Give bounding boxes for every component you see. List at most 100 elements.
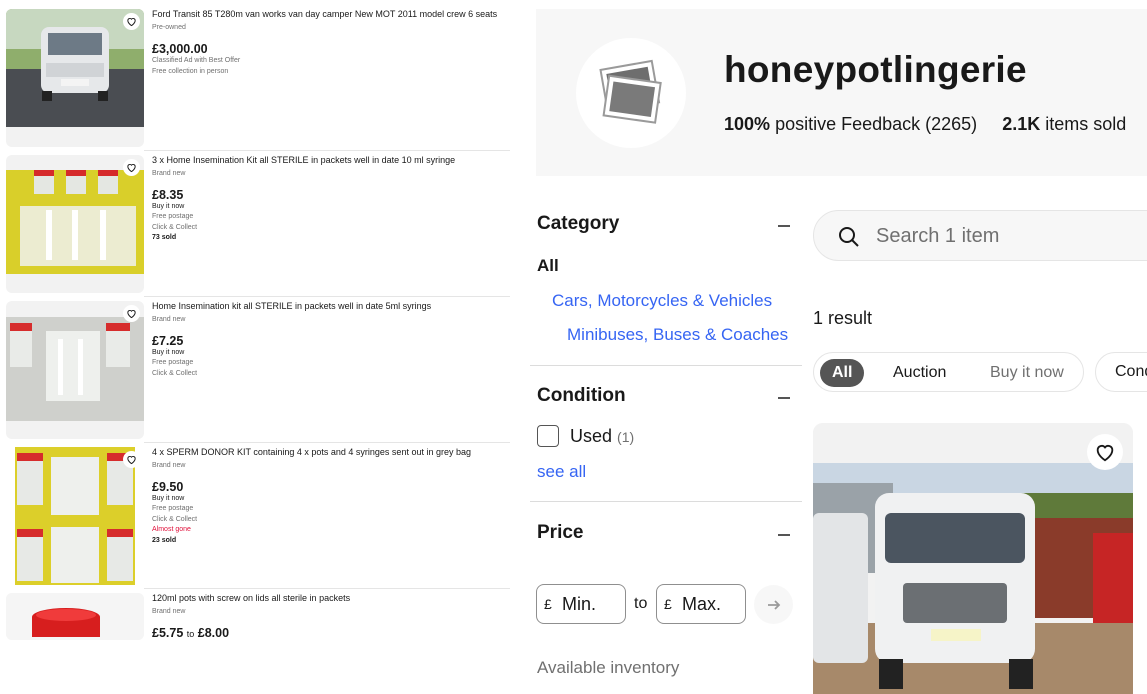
listing-title[interactable]: 4 x SPERM DONOR KIT containing 4 x pots … [152,447,510,458]
listing-price-range: £5.75 to £8.00 [152,626,510,640]
listing-image[interactable] [6,301,144,439]
price-submit-button[interactable] [754,585,793,624]
listing-shipping: Free postage [152,505,194,512]
listing-shipping: Free postage [152,359,194,366]
listing-image[interactable] [6,9,144,147]
divider [144,442,510,443]
listing-sold-count: 23 sold [152,536,177,544]
price-max-input[interactable]: £ Max. [656,584,746,624]
price-min-input[interactable]: £ Min. [536,584,626,624]
listing-format: Buy it now [152,203,185,210]
listing-sold-count: 73 sold [152,234,177,241]
listing-info: Home Insemination kit all STERILE in pac… [152,301,510,379]
currency-symbol: £ [544,596,552,612]
category-heading[interactable]: Category [537,213,619,235]
listing-format: Buy it now [152,349,185,356]
listing-collect: Click & Collect [152,369,198,377]
ebay-store-page: Ford Transit 85 T280m van works van day … [0,0,1147,694]
condition-option-used[interactable]: Used (1) [570,426,634,447]
syringe-kit-photo [6,170,144,274]
listing-info: 4 x SPERM DONOR KIT containing 4 x pots … [152,447,510,546]
available-inventory-heading[interactable]: Available inventory [537,658,679,678]
heart-icon [1096,445,1114,462]
watch-heart-button[interactable] [1087,434,1123,470]
used-checkbox[interactable] [537,425,559,447]
listing-item[interactable]: 3 x Home Insemination Kit all STERILE in… [6,155,510,301]
tab-buy-it-now[interactable]: Buy it now [978,359,1076,387]
van-photo [6,9,144,127]
listing-image[interactable] [6,155,144,293]
heart-icon [127,17,136,27]
listing-shipping: Free postage [152,213,194,220]
watch-heart-button[interactable] [123,159,140,176]
price-low: £5.75 [152,626,184,640]
listing-condition: Brand new [152,316,186,323]
divider [144,150,510,151]
store-avatar[interactable] [576,38,686,148]
tab-all[interactable]: All [820,359,865,387]
collapse-minus-icon[interactable] [778,534,790,536]
arrow-right-icon [767,599,780,610]
listing-collect: Click & Collect [152,515,198,523]
price-heading[interactable]: Price [537,522,583,544]
max-placeholder: Max. [682,594,722,614]
used-count: (1) [617,429,635,445]
listing-price: £9.50 [152,480,184,494]
watch-heart-button[interactable] [123,451,140,468]
listing-info: 120ml pots with screw on lids all steril… [152,593,510,640]
red-lid-pot-photo [6,593,144,640]
listing-title[interactable]: 3 x Home Insemination Kit all STERILE in… [152,155,510,166]
listing-condition: Brand new [152,170,186,177]
result-card[interactable] [813,423,1133,694]
items-sold-label: items sold [1045,114,1127,134]
condition-filter-pill[interactable]: Condition [1095,352,1147,392]
collapse-minus-icon[interactable] [778,225,790,227]
divider [530,501,802,502]
listing-collect: Click & Collect [152,223,198,231]
search-icon [839,227,859,247]
used-label: Used [570,426,613,446]
divider [144,296,510,297]
watch-heart-button[interactable] [123,13,140,30]
listing-title[interactable]: 120ml pots with screw on lids all steril… [152,593,510,604]
listing-alert: Almost gone [152,526,191,533]
feedback-link[interactable]: positive Feedback (2265) [775,114,977,134]
listing-image[interactable] [6,593,144,640]
listing-image[interactable] [6,447,144,585]
store-search-input[interactable]: Search 1 item [813,210,1147,261]
listing-title[interactable]: Home Insemination kit all STERILE in pac… [152,301,510,312]
listing-info: 3 x Home Insemination Kit all STERILE in… [152,155,510,244]
price-to: to [186,629,195,639]
buying-format-tabs: All Auction Buy it now [813,352,1084,392]
category-all[interactable]: All [537,256,559,276]
see-all-link[interactable]: see all [537,462,586,482]
price-high: £8.00 [197,626,230,640]
divider [530,365,802,366]
listing-item[interactable]: 4 x SPERM DONOR KIT containing 4 x pots … [6,447,510,593]
category-link-minibuses[interactable]: Minibuses, Buses & Coaches [567,325,788,345]
price-to-label: to [634,595,648,612]
listing-item[interactable]: 120ml pots with screw on lids all steril… [6,593,510,640]
listing-condition: Pre-owned [152,24,186,31]
store-stats: 100% positive Feedback (2265) 2.1K items… [724,114,1147,135]
tab-auction[interactable]: Auction [881,359,958,387]
category-link-vehicles[interactable]: Cars, Motorcycles & Vehicles [552,291,772,311]
listing-item[interactable]: Home Insemination kit all STERILE in pac… [6,301,510,447]
collapse-minus-icon[interactable] [778,397,790,399]
listing-price: £3,000.00 [152,42,208,56]
results-count: 1 result [813,308,873,328]
listing-format: Classified Ad with Best Offer [152,57,241,64]
listing-title[interactable]: Ford Transit 85 T280m van works van day … [152,9,510,20]
condition-heading[interactable]: Condition [537,385,626,407]
heart-icon [127,455,136,465]
donor-kit-photo [15,447,135,585]
store-header: honeypotlingerie 100% positive Feedback … [536,9,1147,176]
feedback-percent: 100% [724,114,771,134]
listing-price: £7.25 [152,334,184,348]
listing-condition: Brand new [152,462,186,469]
listing-item[interactable]: Ford Transit 85 T280m van works van day … [6,9,510,155]
heart-icon [127,309,136,319]
watch-heart-button[interactable] [123,305,140,322]
white-minibus-photo [813,423,1133,694]
store-name[interactable]: honeypotlingerie [724,49,1027,91]
